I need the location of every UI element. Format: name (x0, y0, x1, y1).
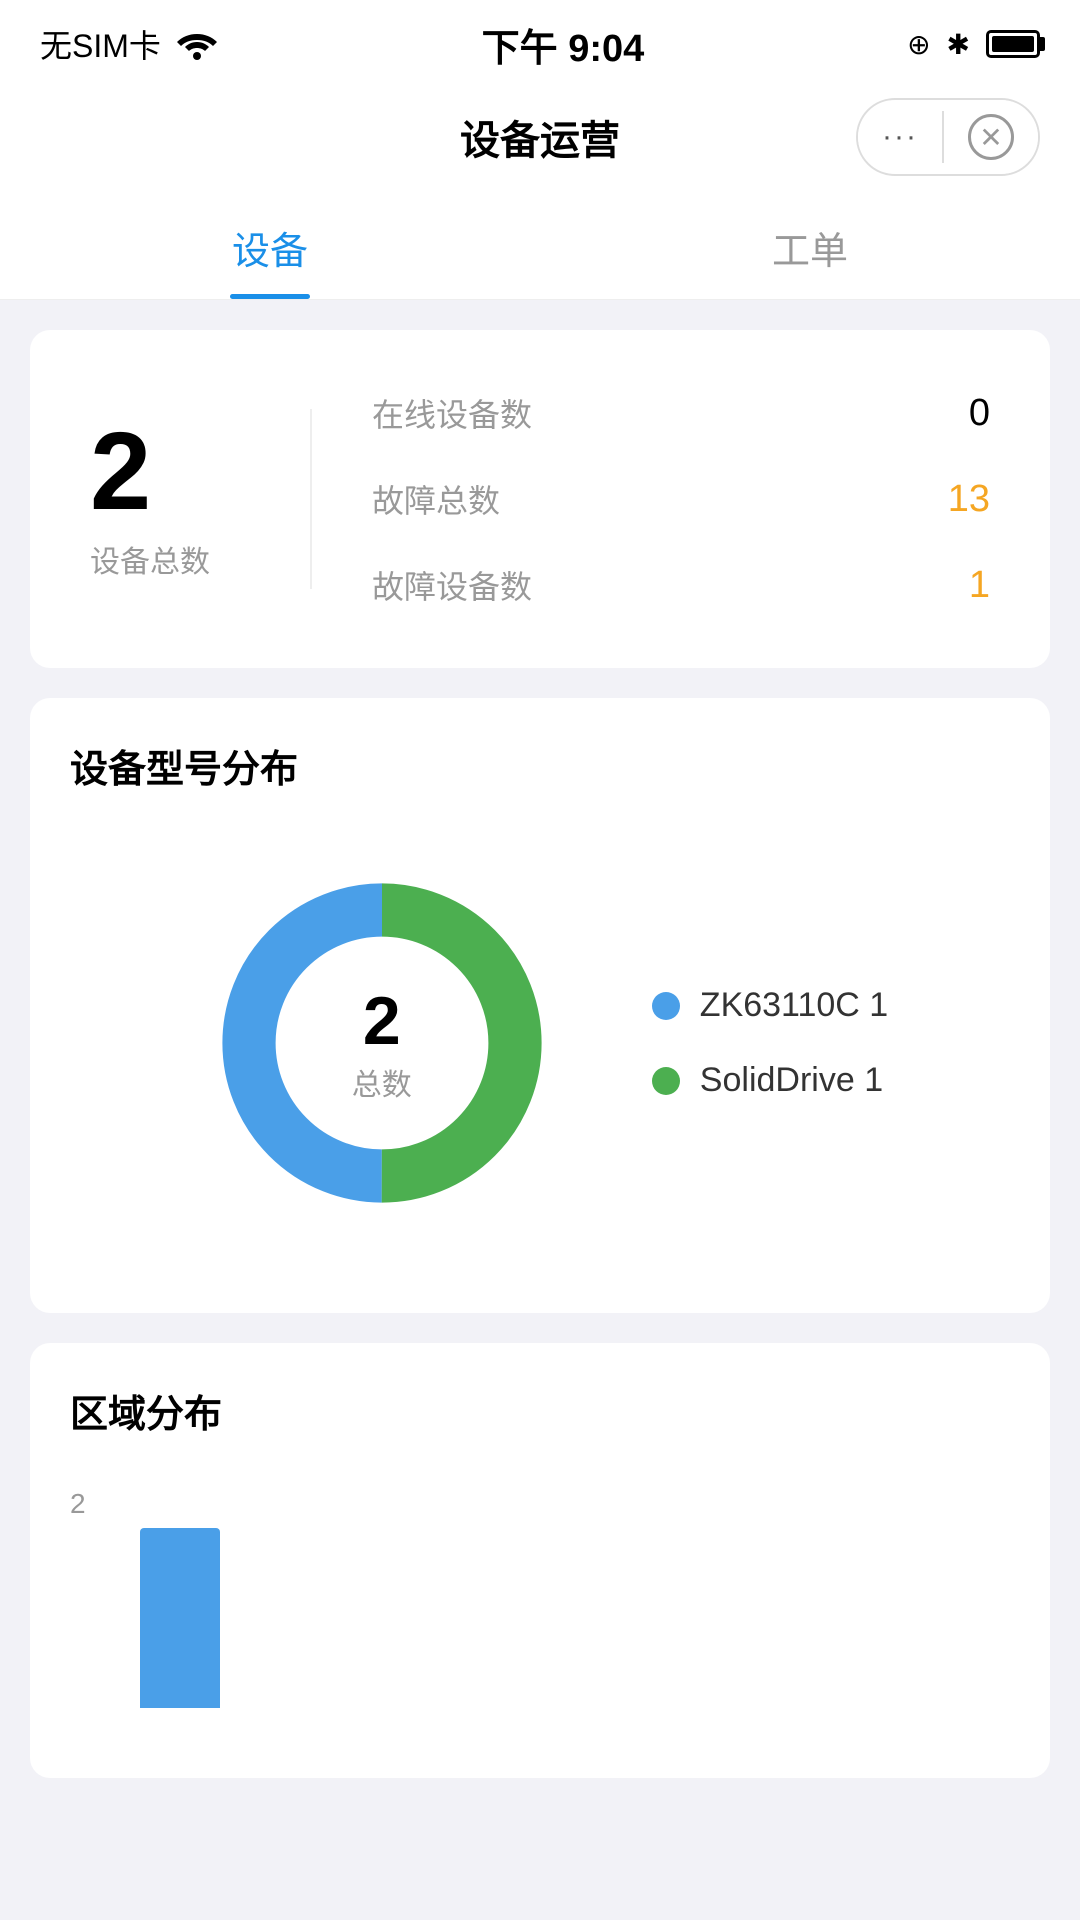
legend-label-zk: ZK63110C 1 (700, 986, 888, 1025)
stat-faults: 故障总数 13 (372, 466, 990, 532)
page-title: 设备运营 (460, 108, 620, 166)
status-indicators: ⊕ ✱ (907, 28, 1040, 61)
total-label: 设备总数 (90, 537, 210, 581)
status-carrier: 无SIM卡 (40, 21, 219, 67)
stat-online-value: 0 (969, 392, 990, 435)
legend-item-solid: SolidDrive 1 (652, 1061, 888, 1100)
region-distribution-card: 区域分布 2 (30, 1343, 1050, 1778)
total-devices: 2 设备总数 (90, 417, 250, 581)
stats-divider (310, 409, 312, 589)
stat-faults-value: 13 (948, 478, 990, 521)
stat-online: 在线设备数 0 (372, 380, 990, 446)
stat-online-label: 在线设备数 (372, 390, 532, 436)
lock-icon: ⊕ (907, 28, 930, 61)
total-number: 2 (90, 417, 151, 527)
stats-items: 在线设备数 0 故障总数 13 故障设备数 1 (372, 380, 990, 618)
donut-total-label: 总数 (352, 1060, 412, 1104)
bluetooth-icon: ✱ (947, 28, 970, 61)
more-button[interactable]: ··· (858, 106, 942, 168)
model-distribution-card: 设备型号分布 2 总数 (30, 698, 1050, 1313)
main-content: 2 设备总数 在线设备数 0 故障总数 13 故障设备数 1 设备型号分布 (0, 300, 1080, 1838)
donut-chart: 2 总数 (192, 853, 572, 1233)
stat-faults-label: 故障总数 (372, 476, 500, 522)
bar-column-0 (140, 1528, 220, 1708)
donut-center: 2 总数 (352, 982, 412, 1104)
close-icon: ✕ (968, 114, 1014, 160)
bar-chart-area: 2 (70, 1468, 1010, 1728)
wifi-icon (175, 28, 219, 60)
header: 设备运营 ··· ✕ (0, 88, 1080, 190)
region-distribution-title: 区域分布 (70, 1383, 1010, 1438)
legend-dot-solid (652, 1067, 680, 1095)
legend-label-solid: SolidDrive 1 (700, 1061, 883, 1100)
status-time: 下午 9:04 (482, 17, 645, 72)
model-distribution-title: 设备型号分布 (70, 738, 1010, 793)
tab-device[interactable]: 设备 (0, 190, 540, 299)
close-button[interactable]: ✕ (944, 100, 1038, 174)
donut-total-number: 2 (352, 982, 412, 1060)
bar-y-max-label: 2 (70, 1488, 86, 1520)
legend-item-zk: ZK63110C 1 (652, 986, 888, 1025)
stat-fault-devices-value: 1 (969, 564, 990, 607)
header-actions: ··· ✕ (856, 98, 1040, 176)
legend-dot-zk (652, 992, 680, 1020)
tab-workorder[interactable]: 工单 (540, 190, 1080, 299)
battery-icon (986, 30, 1040, 58)
tab-bar: 设备 工单 (0, 190, 1080, 300)
stats-card: 2 设备总数 在线设备数 0 故障总数 13 故障设备数 1 (30, 330, 1050, 668)
bar-rect-0 (140, 1528, 220, 1708)
donut-chart-area: 2 总数 ZK63110C 1 SolidDrive 1 (70, 823, 1010, 1263)
chart-legend: ZK63110C 1 SolidDrive 1 (652, 986, 888, 1100)
bar-chart-content (140, 1488, 1010, 1708)
stat-fault-devices-label: 故障设备数 (372, 562, 532, 608)
stat-fault-devices: 故障设备数 1 (372, 552, 990, 618)
status-bar: 无SIM卡 下午 9:04 ⊕ ✱ (0, 0, 1080, 88)
